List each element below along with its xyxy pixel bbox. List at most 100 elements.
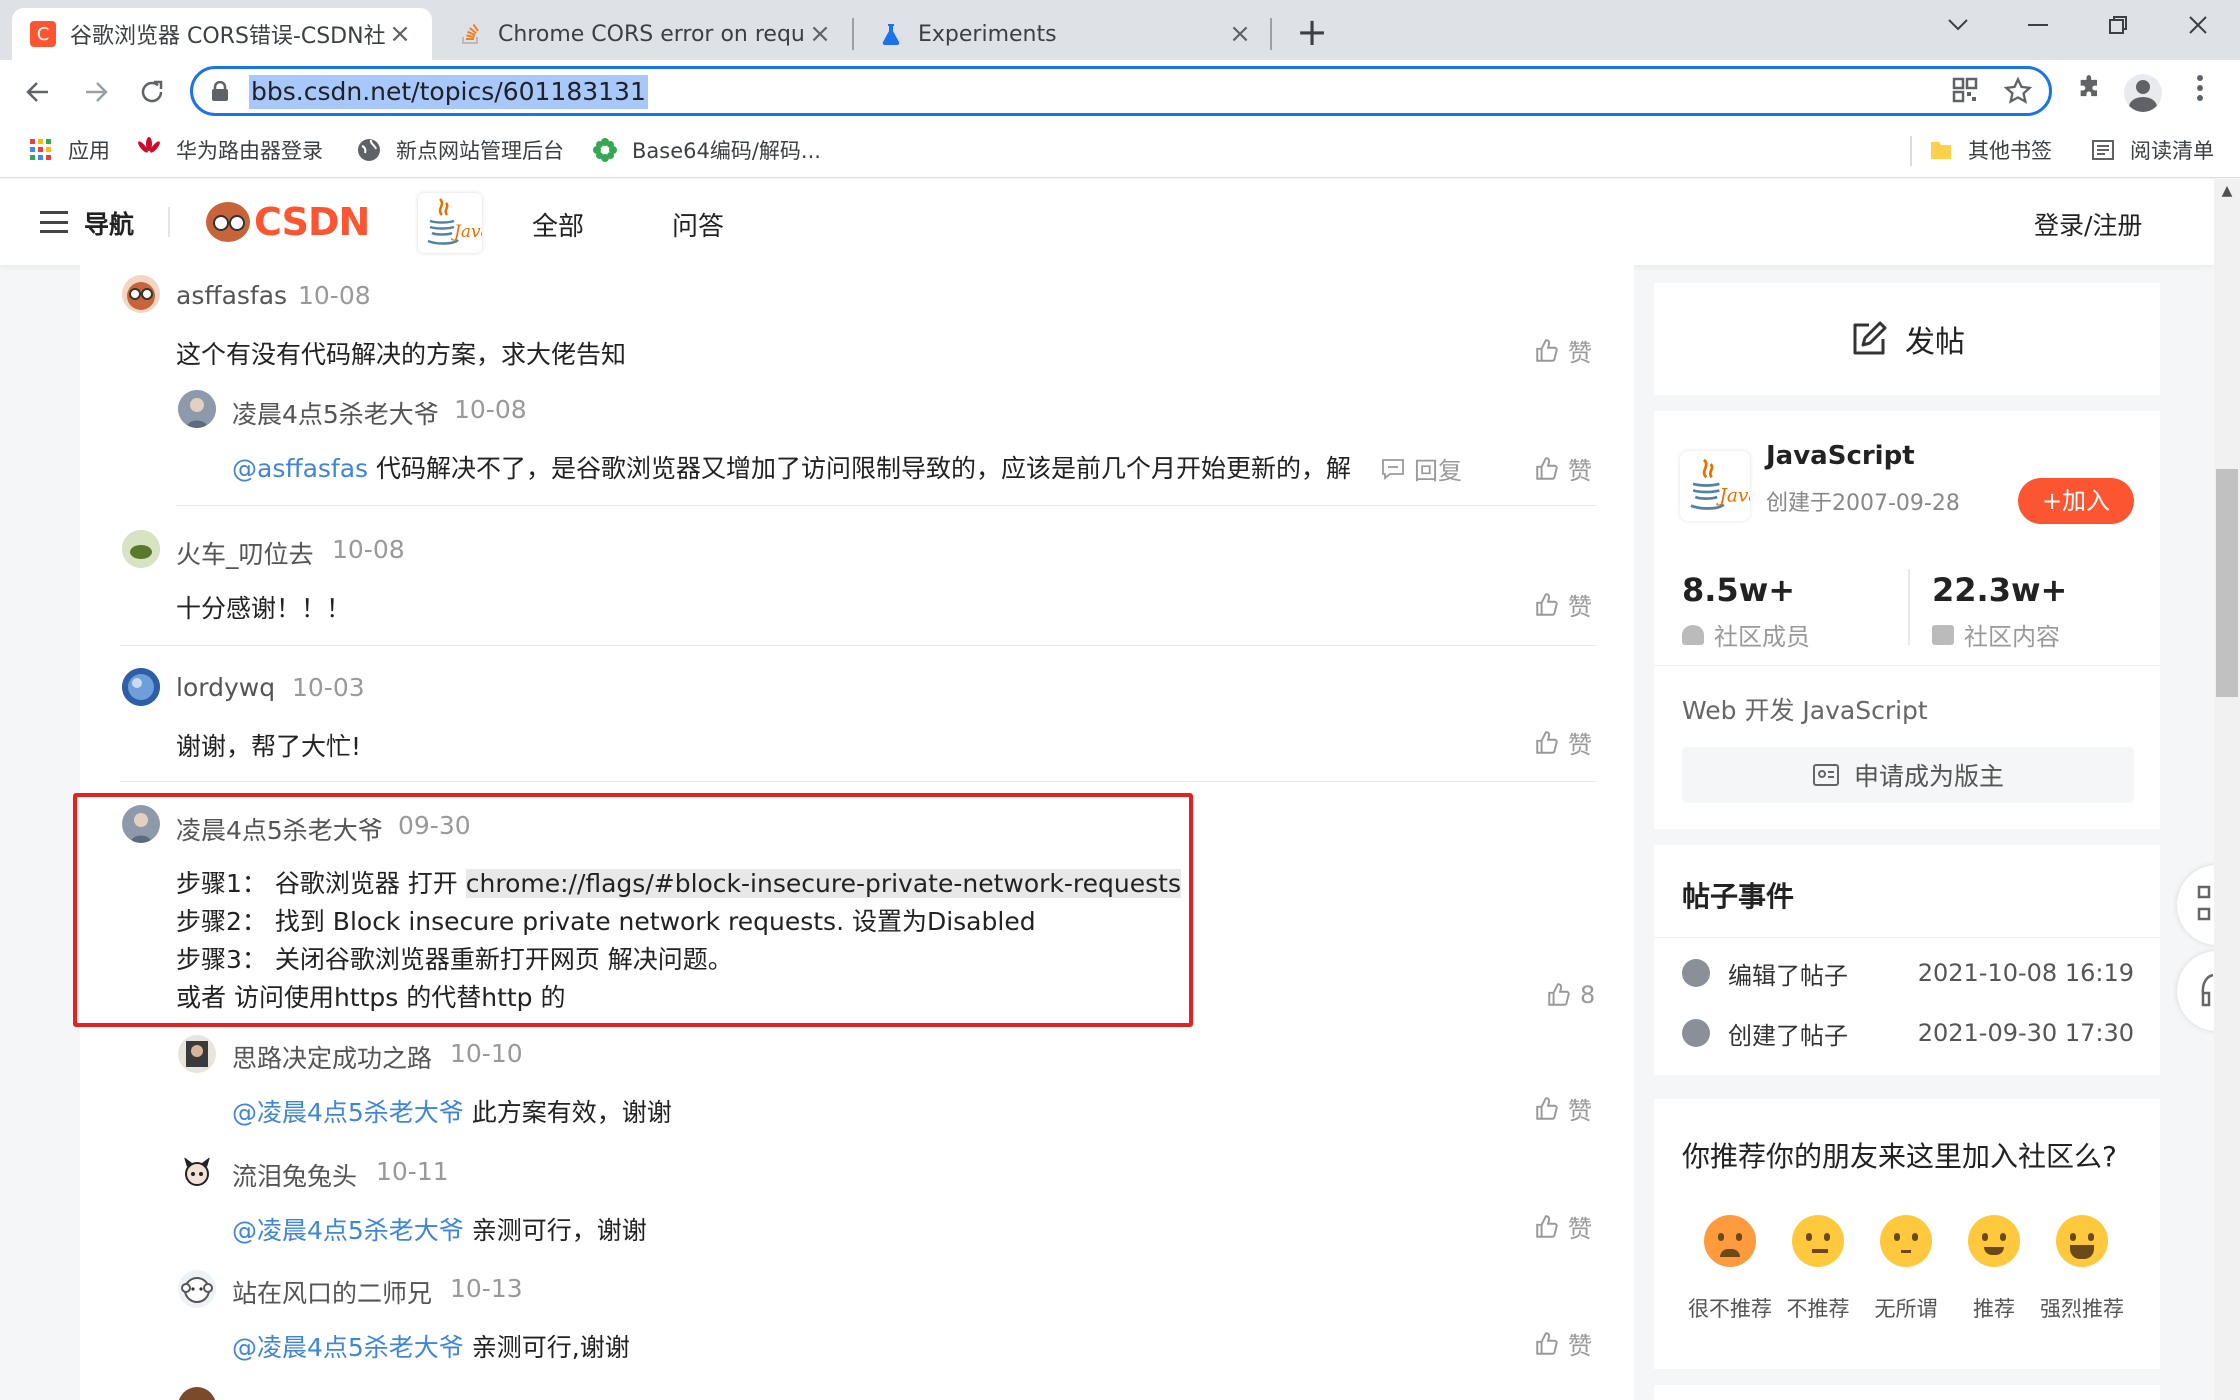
new-tab-plus-icon[interactable]: + [1290,10,1334,54]
avatar[interactable] [122,805,160,843]
scrollbar-thumb[interactable] [2216,469,2238,697]
comment-date: 09-30 [398,811,471,840]
comment-username[interactable]: asffasfas [176,281,287,310]
comment-date: 10-08 [298,281,371,310]
restore-icon[interactable] [2078,0,2158,50]
join-button[interactable]: +加入 [2018,478,2134,524]
like-button[interactable]: 赞 [1534,1209,1592,1244]
comment-date: 10-03 [292,673,365,702]
community-tags: Web 开发 JavaScript [1682,696,1928,725]
bookmark-label: 其他书签 [1968,139,2052,163]
nav-link-all[interactable]: 全部 [532,206,584,243]
bookmark-admin[interactable]: 新点网站管理后台 [356,132,564,168]
login-register-link[interactable]: 登录/注册 [2034,206,2142,242]
comment-username[interactable]: 火车_叨位去 [176,535,314,571]
back-arrow-icon[interactable] [16,70,60,114]
like-button[interactable]: 赞 [1534,451,1592,486]
reading-list[interactable]: 阅读清单 [2090,132,2214,168]
avatar[interactable] [178,1153,216,1191]
reload-icon[interactable] [130,70,174,114]
like-button[interactable]: 赞 [1534,333,1592,368]
bookmark-huawei[interactable]: 华为路由器登录 [136,132,323,168]
more-vertical-icon[interactable] [2180,73,2220,113]
avatar[interactable] [178,1035,216,1073]
profile-avatar-icon[interactable] [2124,74,2162,112]
card-divider [1654,937,2160,938]
mention-link[interactable]: @凌晨4点5杀老大爷 [232,1333,464,1362]
comment-username[interactable]: 凌晨4点5杀老大爷 [176,811,383,847]
tab-stackoverflow[interactable]: Chrome CORS error on request × [440,8,852,60]
neutral-emoji-icon[interactable] [1880,1215,1932,1267]
avatar[interactable] [178,1387,216,1400]
address-bar[interactable]: bbs.csdn.net/topics/601183131 [190,66,2052,116]
qr-code-icon[interactable] [1948,77,1982,111]
likely-emoji-icon[interactable] [1968,1215,2020,1267]
like-button[interactable]: 赞 [1534,587,1592,622]
like-button[interactable]: 赞 [1534,1326,1592,1361]
comment-username[interactable]: 流泪兔兔头 [232,1157,357,1193]
bookmark-star-icon[interactable] [2001,76,2035,111]
url-text[interactable]: bbs.csdn.net/topics/601183131 [249,75,648,109]
avatar[interactable] [122,668,160,706]
thumbs-up-icon [1536,730,1558,754]
tab-csdn[interactable]: C 谷歌浏览器 CORS错误-CSDN社区 × [12,8,432,60]
comment-username[interactable]: 站在风口的二师兄 [232,1274,432,1310]
recommend-question: 你推荐你的朋友来这里加入社区么? [1682,1140,2117,1173]
emoji-label: 无所谓 [1874,1297,1938,1321]
new-post-button[interactable]: 发帖 [1654,283,2160,395]
bookmark-apps[interactable]: 应用 [28,132,110,168]
folder-icon [1932,624,1954,645]
thumbs-up-icon [1536,456,1558,480]
forward-arrow-icon[interactable] [74,70,118,114]
close-icon[interactable]: × [1226,19,1254,49]
post-button-label: 发帖 [1905,325,1965,360]
very-unlikely-emoji-icon[interactable] [1704,1215,1756,1267]
scrollbar-track[interactable] [2214,179,2240,1400]
extensions-puzzle-icon[interactable] [2070,73,2110,113]
unlikely-emoji-icon[interactable] [1792,1215,1844,1267]
community-name[interactable]: JavaScript [1766,441,1915,471]
members-stat: 社区成员 [1682,617,1810,652]
avatar[interactable] [122,275,160,313]
comment-username[interactable]: lordywq [176,673,275,702]
menu-hamburger-icon[interactable] [40,211,68,233]
java-logo-icon[interactable]: Java [1680,451,1759,521]
lock-icon [212,81,228,101]
stat-divider [1908,569,1910,645]
like-button[interactable]: 赞 [1534,1091,1592,1126]
comment-date: 10-13 [450,1274,523,1303]
close-icon[interactable]: × [806,19,834,49]
avatar[interactable] [1682,959,1710,987]
like-button[interactable]: 8 [1546,981,1595,1009]
comment-username[interactable]: 思路决定成功之路 [232,1039,432,1075]
close-icon[interactable]: × [386,19,414,49]
avatar[interactable] [122,530,160,568]
csdn-logo[interactable]: CSDN [206,199,370,245]
avatar[interactable] [178,1270,216,1308]
nav-label[interactable]: 导航 [84,205,134,241]
comment-username[interactable]: 凌晨4点5杀老大爷 [232,395,439,431]
tab-experiments[interactable]: Experiments × [860,8,1272,60]
bookmark-base64[interactable]: Base64编码/解码... [592,132,821,168]
bookmark-other[interactable]: 其他书签 [1928,132,2052,168]
very-likely-emoji-icon[interactable] [2056,1215,2108,1267]
user-icon [1682,624,1704,645]
apply-moderator-button[interactable]: 申请成为版主 [1682,747,2134,803]
like-button[interactable]: 赞 [1534,725,1592,760]
event-row: 编辑了帖子 2021-10-08 16:19 [1682,953,2134,993]
mention-link[interactable]: @asffasfas [232,454,368,483]
mention-link[interactable]: @凌晨4点5杀老大爷 [232,1098,464,1127]
nav-link-qa[interactable]: 问答 [672,206,724,243]
java-community-icon[interactable]: Java [418,193,491,253]
scroll-up-arrow-icon[interactable]: ▲ [2214,183,2240,209]
logo-text: CSDN [254,200,370,244]
avatar[interactable] [178,390,216,428]
step-2: 步骤2： 找到 Block insecure private network r… [176,907,1036,936]
avatar[interactable] [1682,1019,1710,1047]
minimize-icon[interactable] [1998,0,2078,50]
reply-button[interactable]: 回复 [1380,451,1462,486]
mention-link[interactable]: @凌晨4点5杀老大爷 [232,1216,464,1245]
tab-search-chevron-icon[interactable] [1918,0,1998,50]
window-close-icon[interactable] [2158,0,2238,50]
thumbs-up-icon [1548,983,1570,1006]
